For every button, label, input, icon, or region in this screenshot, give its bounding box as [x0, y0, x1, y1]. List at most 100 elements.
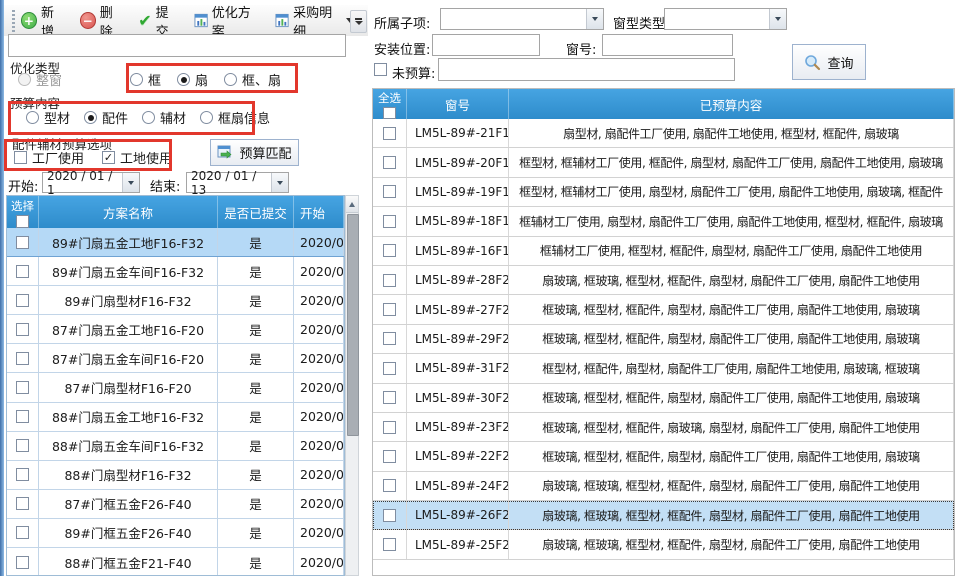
row-checkbox[interactable] [383, 127, 396, 140]
select-all-checkbox[interactable] [16, 215, 29, 228]
radio-option[interactable]: 框 [130, 70, 161, 89]
row-checkbox[interactable] [383, 421, 396, 434]
option-label: 工地使用 [120, 148, 172, 167]
row-checkbox[interactable] [383, 215, 396, 228]
row-checkbox[interactable] [16, 294, 29, 307]
plan-name-cell: 89#门扇五金车间F16-F32 [39, 257, 218, 285]
unbudgeted-input[interactable] [438, 58, 735, 81]
row-checkbox[interactable] [16, 236, 29, 249]
radio-icon[interactable] [130, 73, 143, 86]
window-budget-row[interactable]: LM5L-89#-26F24扇玻璃, 框玻璃, 框型材, 框配件, 扇型材, 扇… [373, 501, 954, 530]
window-budget-row[interactable]: LM5L-89#-30F28框玻璃, 框型材, 框配件, 扇型材, 扇配件工厂使… [373, 384, 954, 413]
row-checkbox[interactable] [16, 410, 29, 423]
radio-icon[interactable] [26, 111, 39, 124]
window-type-combobox[interactable] [664, 8, 787, 30]
row-checkbox[interactable] [16, 439, 29, 452]
scroll-up-button[interactable] [346, 196, 358, 213]
radio-icon[interactable] [224, 73, 237, 86]
window-budget-row[interactable]: LM5L-89#-31F29框型材, 框配件, 扇型材, 扇配件工厂使用, 扇配… [373, 354, 954, 383]
plan-table-row[interactable]: 88#门扇五金工地F16-F32是2020/0 [7, 403, 344, 432]
radio-icon[interactable] [18, 73, 31, 86]
window-budget-row[interactable]: LM5L-89#-25F23扇玻璃, 框玻璃, 框型材, 框配件, 扇型材, 扇… [373, 530, 954, 559]
row-checkbox[interactable] [16, 468, 29, 481]
window-budget-row[interactable]: LM5L-89#-28F26扇玻璃, 框玻璃, 框型材, 框配件, 扇型材, 扇… [373, 266, 954, 295]
toolbar-overflow-button[interactable] [350, 10, 367, 33]
row-checkbox[interactable] [383, 362, 396, 375]
plan-name-cell: 88#门扇五金工地F16-F32 [39, 403, 218, 431]
plan-table-scrollbar[interactable] [345, 195, 359, 576]
plan-table-row[interactable]: 87#门框五金F26-F40是2020/0 [7, 490, 344, 519]
row-checkbox[interactable] [16, 265, 29, 278]
row-checkbox[interactable] [16, 526, 29, 539]
plan-table-row[interactable]: 88#门扇型材F16-F32是2020/0 [7, 461, 344, 490]
row-checkbox[interactable] [383, 332, 396, 345]
radio-icon[interactable] [142, 111, 155, 124]
plan-table-row[interactable]: 88#门框五金F21-F40是2020/0 [7, 548, 344, 576]
row-checkbox[interactable] [383, 185, 396, 198]
sub-item-combobox[interactable] [440, 8, 604, 30]
window-budget-row[interactable]: LM5L-89#-16F15框辅材工厂使用, 框型材, 框配件, 扇型材, 扇配… [373, 237, 954, 266]
radio-icon[interactable] [177, 73, 190, 86]
row-checkbox[interactable] [16, 323, 29, 336]
checkbox-option[interactable]: 工厂使用 [14, 148, 84, 167]
row-checkbox[interactable] [16, 352, 29, 365]
radio-option[interactable]: 框扇信息 [200, 108, 270, 127]
budget-match-button[interactable]: 预算匹配 [210, 139, 299, 166]
row-checkbox[interactable] [16, 381, 29, 394]
radio-icon[interactable] [84, 111, 97, 124]
row-checkbox[interactable] [383, 538, 396, 551]
start-date-dropdown-arrow[interactable] [122, 173, 139, 192]
scrollbar-thumb[interactable] [347, 214, 359, 436]
checkbox-icon[interactable] [102, 151, 115, 164]
checkbox-icon[interactable] [14, 151, 27, 164]
window-budget-row[interactable]: LM5L-89#-27F25框玻璃, 框型材, 框配件, 扇型材, 扇配件工厂使… [373, 295, 954, 324]
radio-icon[interactable] [200, 111, 213, 124]
row-checkbox[interactable] [383, 156, 396, 169]
end-date-dropdown-arrow[interactable] [271, 173, 288, 192]
radio-option[interactable]: 辅材 [142, 108, 186, 127]
query-button[interactable]: 查询 [792, 44, 866, 80]
plan-table-row[interactable]: 87#门扇型材F16-F20是2020/0 [7, 373, 344, 402]
plan-table-row[interactable]: 89#门框五金F26-F40是2020/0 [7, 519, 344, 548]
win-no-input[interactable] [602, 34, 733, 56]
plan-table-row[interactable]: 89#门扇五金工地F16-F32是2020/0 [7, 228, 344, 257]
plan-table-row[interactable]: 88#门扇五金车间F16-F32是2020/0 [7, 432, 344, 461]
row-checkbox[interactable] [383, 303, 396, 316]
window-budget-row[interactable]: LM5L-89#-20F18框型材, 框辅材工厂使用, 框配件, 扇型材, 扇配… [373, 148, 954, 177]
window-budget-row[interactable]: LM5L-89#-24F22扇玻璃, 框玻璃, 框型材, 框配件, 扇型材, 扇… [373, 472, 954, 501]
row-checkbox[interactable] [16, 556, 29, 569]
plan-name-cell: 87#门框五金F26-F40 [39, 490, 218, 518]
row-checkbox[interactable] [383, 274, 396, 287]
window-budget-row[interactable]: LM5L-89#-19F17框型材, 框辅材工厂使用, 扇型材, 扇配件工厂使用… [373, 178, 954, 207]
plan-table-row[interactable]: 87#门扇五金车间F16-F20是2020/0 [7, 344, 344, 373]
row-checkbox[interactable] [16, 497, 29, 510]
window-budget-row[interactable]: LM5L-89#-18F16框辅材工厂使用, 扇型材, 扇配件工厂使用, 扇配件… [373, 207, 954, 236]
radio-option[interactable]: 配件 [84, 108, 128, 127]
window-budget-row[interactable]: LM5L-89#-23F21框玻璃, 框型材, 框配件, 扇玻璃, 扇型材, 扇… [373, 413, 954, 442]
radio-option[interactable]: 框、扇 [224, 70, 281, 89]
plan-table-row[interactable]: 89#门扇型材F16-F32是2020/0 [7, 286, 344, 315]
window-budget-row[interactable]: LM5L-89#-21F19扇型材, 扇配件工厂使用, 扇配件工地使用, 框型材… [373, 119, 954, 148]
toolbar-grip[interactable] [12, 10, 15, 32]
install-pos-input[interactable] [432, 34, 540, 56]
checkbox-option[interactable]: 工地使用 [102, 148, 172, 167]
window-budget-row[interactable]: LM5L-89#-22F20框玻璃, 框型材, 框配件, 扇型材, 扇配件工厂使… [373, 442, 954, 471]
row-checkbox[interactable] [383, 479, 396, 492]
row-checkbox[interactable] [383, 450, 396, 463]
end-date-picker[interactable]: 2020 / 01 / 13 [186, 172, 289, 193]
plan-table-row[interactable]: 87#门扇五金工地F16-F20是2020/0 [7, 315, 344, 344]
sub-item-dropdown-arrow[interactable] [586, 9, 603, 29]
window-type-dropdown-arrow[interactable] [769, 9, 786, 29]
radio-option[interactable]: 扇 [177, 70, 208, 89]
plan-filter-input[interactable] [8, 34, 346, 57]
window-budget-row[interactable]: LM5L-89#-29F27框玻璃, 框型材, 框配件, 扇型材, 扇配件工厂使… [373, 325, 954, 354]
budgeted-content-cell: 扇玻璃, 框玻璃, 框型材, 框配件, 扇型材, 扇配件工厂使用, 扇配件工地使… [509, 530, 954, 558]
row-checkbox[interactable] [383, 391, 396, 404]
unbudgeted-checkbox[interactable] [374, 63, 387, 76]
select-all-checkbox[interactable] [383, 107, 396, 119]
start-date-picker[interactable]: 2020 / 01 / 1 [42, 172, 140, 193]
row-checkbox[interactable] [383, 509, 396, 522]
plan-table-row[interactable]: 89#门扇五金车间F16-F32是2020/0 [7, 257, 344, 286]
row-checkbox[interactable] [383, 244, 396, 257]
radio-option[interactable]: 型材 [26, 108, 70, 127]
